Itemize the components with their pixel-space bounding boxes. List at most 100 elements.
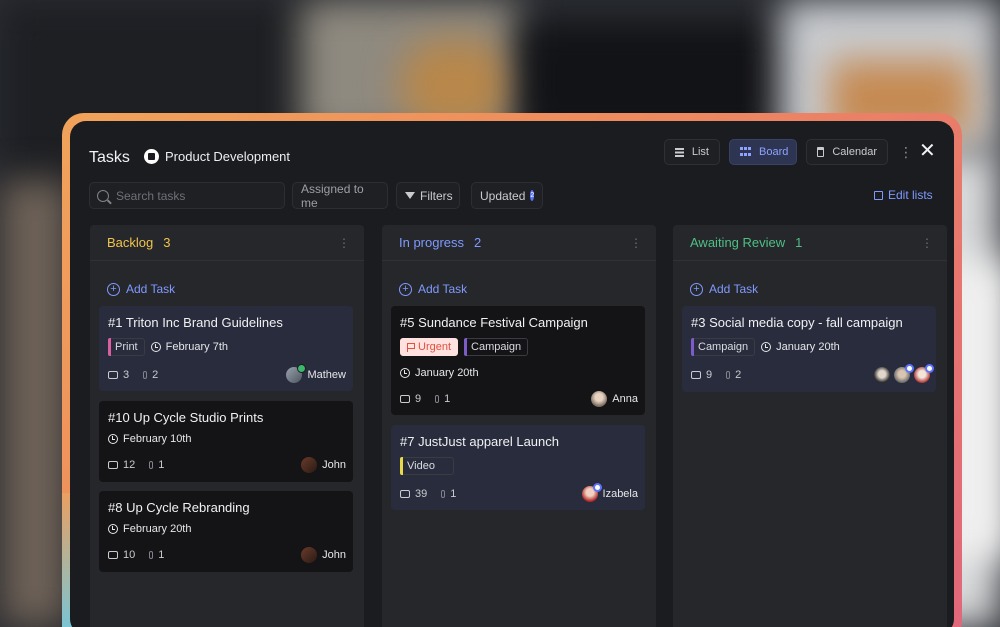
task-card[interactable]: #10 Up Cycle Studio Prints February 10th… xyxy=(99,401,353,482)
assignee-name: John xyxy=(322,549,346,561)
flag-icon xyxy=(407,342,415,352)
board-icon xyxy=(740,147,751,157)
column-count: 3 xyxy=(163,235,171,250)
updated-label: Updated xyxy=(480,188,526,203)
view-list-label: List xyxy=(691,146,709,158)
avatar xyxy=(874,367,890,383)
comment-icon xyxy=(691,371,701,379)
attachments-count: 1 xyxy=(441,488,456,500)
comment-icon xyxy=(400,490,410,498)
task-due-date: January 20th xyxy=(761,341,840,353)
task-tag: Video xyxy=(400,457,454,475)
comments-count: 3 xyxy=(108,369,129,381)
task-date-text: January 20th xyxy=(776,341,840,353)
column-title: Backlog xyxy=(107,235,154,250)
column-more-icon[interactable]: ⋮ xyxy=(921,236,933,250)
comments-value: 9 xyxy=(706,369,713,381)
clock-icon xyxy=(108,524,118,534)
plus-circle-icon: + xyxy=(107,282,120,296)
calendar-icon xyxy=(817,147,825,157)
attachments-count: 1 xyxy=(435,393,450,405)
view-board-button[interactable]: Board xyxy=(729,139,797,165)
edit-lists-link[interactable]: Edit lists xyxy=(874,188,933,202)
paperclip-icon xyxy=(149,461,154,469)
urgent-label: Urgent xyxy=(418,341,452,353)
search-icon xyxy=(97,189,109,202)
tasks-window: Tasks Product Development List Board Cal… xyxy=(70,121,954,627)
task-title: #10 Up Cycle Studio Prints xyxy=(108,410,264,425)
task-title: #3 Social media copy - fall campaign xyxy=(691,315,903,330)
task-date-text: February 7th xyxy=(165,341,228,353)
urgent-tag: Urgent xyxy=(400,338,459,356)
view-board-label: Board xyxy=(759,146,789,158)
comments-count: 9 xyxy=(691,369,712,381)
comment-icon xyxy=(400,395,410,403)
comments-value: 39 xyxy=(415,488,428,500)
clock-icon xyxy=(108,434,118,444)
avatar xyxy=(591,391,608,407)
assignee-name: John xyxy=(322,459,346,471)
attachments-value: 1 xyxy=(444,393,451,405)
attachments-count: 1 xyxy=(149,459,164,471)
column-awaiting-review: Awaiting Review 1 ⋮ + Add Task #3 Social… xyxy=(673,225,947,627)
comment-icon xyxy=(108,371,118,379)
attachments-value: 1 xyxy=(158,459,165,471)
status-ring-icon xyxy=(592,483,602,492)
add-task-label: Add Task xyxy=(418,282,468,296)
paperclip-icon xyxy=(143,371,148,379)
add-task-button[interactable]: + Add Task xyxy=(690,282,758,296)
paperclip-icon xyxy=(149,551,154,559)
task-card[interactable]: #5 Sundance Festival Campaign Urgent Cam… xyxy=(391,306,645,415)
vertical-dots-icon[interactable]: ⋮ xyxy=(899,145,913,159)
assignee-avatars[interactable] xyxy=(874,364,934,383)
project-name: Product Development xyxy=(165,149,291,164)
column-more-icon[interactable]: ⋮ xyxy=(338,236,350,250)
paperclip-icon xyxy=(441,490,446,498)
attachments-value: 2 xyxy=(152,369,159,381)
assignee-name: Anna xyxy=(612,393,638,405)
task-title: #7 JustJust apparel Launch xyxy=(400,434,559,449)
add-task-button[interactable]: + Add Task xyxy=(107,282,175,296)
assignee[interactable]: John xyxy=(301,457,346,473)
check-badge-icon xyxy=(297,364,307,373)
filters-button[interactable]: Filters xyxy=(396,182,460,209)
assignee[interactable]: John xyxy=(301,547,346,563)
updated-button[interactable]: Updated 2 xyxy=(471,182,543,209)
assigned-to-me-button[interactable]: Assigned to me xyxy=(292,181,388,210)
list-icon xyxy=(675,147,684,157)
column-count: 2 xyxy=(474,235,482,250)
task-title: #8 Up Cycle Rebranding xyxy=(108,500,250,515)
task-title: #1 Triton Inc Brand Guidelines xyxy=(108,315,283,330)
assignee[interactable]: Mathew xyxy=(286,364,346,383)
assignee[interactable]: Izabela xyxy=(581,483,638,502)
app-frame: Tasks Product Development List Board Cal… xyxy=(62,113,962,627)
task-card[interactable]: #8 Up Cycle Rebranding February 20th 10 … xyxy=(99,491,353,572)
view-calendar-button[interactable]: Calendar xyxy=(806,139,888,165)
assigned-label: Assigned to me xyxy=(301,181,364,210)
project-icon xyxy=(144,149,159,164)
comment-icon xyxy=(108,461,118,469)
close-icon[interactable]: ✕ xyxy=(919,141,936,161)
project-selector[interactable]: Product Development xyxy=(144,149,290,164)
add-task-button[interactable]: + Add Task xyxy=(399,282,467,296)
column-more-icon[interactable]: ⋮ xyxy=(630,236,642,250)
paperclip-icon xyxy=(726,371,731,379)
status-ring-icon xyxy=(905,364,914,373)
task-card[interactable]: #3 Social media copy - fall campaign Cam… xyxy=(682,306,936,392)
task-due-date: February 20th xyxy=(108,523,191,535)
assignee[interactable]: Anna xyxy=(591,391,638,407)
clock-icon xyxy=(150,342,161,352)
edit-lists-label: Edit lists xyxy=(888,188,933,202)
comments-value: 10 xyxy=(123,549,136,561)
task-card[interactable]: #7 JustJust apparel Launch Video 39 1 Iz… xyxy=(391,425,645,510)
plus-circle-icon: + xyxy=(399,282,412,296)
task-card[interactable]: #1 Triton Inc Brand Guidelines Print Feb… xyxy=(99,306,353,391)
avatar xyxy=(581,483,602,502)
search-box[interactable] xyxy=(89,182,285,209)
comments-value: 9 xyxy=(415,393,422,405)
attachments-count: 2 xyxy=(143,369,158,381)
search-input[interactable] xyxy=(116,188,276,203)
view-list-button[interactable]: List xyxy=(664,139,720,165)
attachments-value: 1 xyxy=(158,549,165,561)
page-title: Tasks xyxy=(89,149,130,166)
